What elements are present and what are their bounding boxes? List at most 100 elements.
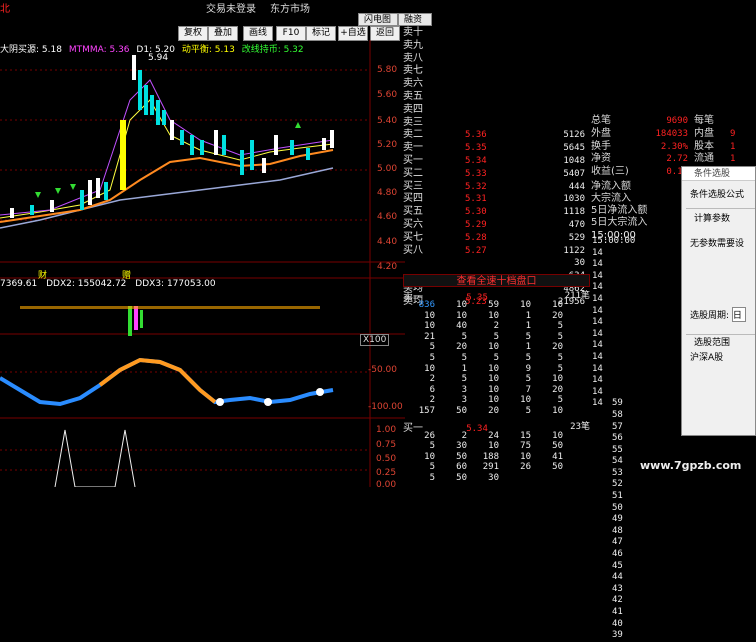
market-name: 东方市场 bbox=[270, 4, 310, 15]
time-row: 57 bbox=[592, 422, 682, 434]
orderbook-label: 卖九 bbox=[403, 39, 423, 51]
dialog-tab[interactable]: 条件选股公式 bbox=[682, 181, 755, 200]
queue-row: 836 10 59 10 10 bbox=[403, 300, 565, 311]
time-hour bbox=[592, 549, 612, 561]
restore-rights-button[interactable]: 复权 bbox=[178, 26, 208, 41]
draw-line-button[interactable]: 画线 bbox=[243, 26, 273, 41]
queue-row: 2 5 10 5 10 bbox=[403, 374, 590, 385]
queue-cell: 3 bbox=[461, 395, 467, 406]
time-row: 14 bbox=[592, 340, 682, 352]
time-row: 15:00:00 bbox=[592, 236, 682, 248]
wave-markers bbox=[216, 388, 324, 406]
signal-arrows bbox=[35, 122, 301, 198]
queue-cell: 5 bbox=[429, 342, 435, 353]
queue-cell: 2 bbox=[461, 430, 467, 441]
queue-cell: 20 bbox=[456, 342, 467, 353]
period-label: 选股周期: bbox=[690, 311, 730, 321]
time-minute bbox=[612, 375, 626, 387]
time-row: 56 bbox=[592, 433, 682, 445]
period-select[interactable]: 日 bbox=[731, 307, 746, 322]
orderbook-label: 买五 bbox=[403, 206, 423, 218]
title-bar: 北 交易未登录 东方市场 bbox=[0, 0, 756, 15]
time-hour bbox=[592, 561, 612, 573]
orderbook-price bbox=[465, 53, 535, 66]
queue-row: 5 60 291 26 50 bbox=[403, 462, 590, 473]
time-hour bbox=[592, 630, 612, 642]
queue-cell: 3 bbox=[461, 384, 467, 395]
time-hour: 14 bbox=[592, 363, 603, 374]
time-minute: 48 bbox=[612, 525, 623, 536]
queue-row: 10 50 188 10 41 bbox=[403, 452, 590, 463]
orderbook-row: 卖四 bbox=[403, 104, 590, 117]
time-minute bbox=[612, 271, 626, 283]
queue-cell: 5 bbox=[429, 352, 435, 363]
orderbook-label: 卖五 bbox=[403, 90, 423, 102]
time-hour: 14 bbox=[592, 398, 603, 409]
orderbook-row: 买一 5.34 1048 bbox=[403, 155, 590, 168]
queue-cell: 5 bbox=[525, 405, 531, 416]
kline-chart[interactable] bbox=[0, 40, 405, 487]
price-tick: 4.80 bbox=[377, 188, 398, 198]
queue-cell: 50 bbox=[552, 462, 563, 473]
queue-cell: 50 bbox=[456, 451, 467, 462]
price-tick: 5.80 bbox=[377, 65, 398, 75]
queue-cell: 10 bbox=[424, 321, 435, 332]
time-row: 14 59 bbox=[592, 398, 682, 410]
queue-cell: 836 bbox=[418, 300, 435, 310]
queue-cell: 5 bbox=[429, 441, 435, 452]
queue-row: 5 20 10 1 20 bbox=[403, 342, 590, 353]
stats-value: 1 bbox=[730, 154, 736, 165]
stats-label: 每笔 bbox=[694, 115, 714, 126]
queue-cell: 10 bbox=[520, 451, 531, 462]
period-row: 选股周期: 日 bbox=[682, 249, 755, 322]
ddx-value: 7369.61 bbox=[0, 279, 38, 289]
price-tick: 5.60 bbox=[377, 90, 398, 100]
tab-flash-chart[interactable]: 闪电图 bbox=[358, 13, 398, 26]
queue-cell: 5 bbox=[461, 331, 467, 342]
queue-row: 5 50 30 bbox=[403, 473, 590, 484]
stats-label: 收益(三) bbox=[591, 166, 629, 178]
orderbook-row: 卖五 bbox=[403, 91, 590, 104]
stats-label: 总笔 bbox=[591, 115, 611, 126]
dialog-title: 条件选股 bbox=[682, 167, 755, 181]
f10-button[interactable]: F10 bbox=[276, 26, 306, 41]
time-row: 48 bbox=[592, 526, 682, 538]
mark-button[interactable]: 标记 bbox=[306, 26, 336, 41]
orderbook-volume bbox=[535, 53, 585, 66]
price-grid bbox=[0, 40, 405, 487]
time-row: 14 bbox=[592, 352, 682, 364]
stats-value: 0.12 bbox=[666, 167, 688, 178]
orderbook-row: 卖七 bbox=[403, 65, 590, 78]
queue-cell: 20 bbox=[552, 384, 563, 395]
queue-cell: 5 bbox=[557, 363, 563, 374]
time-hour bbox=[592, 479, 612, 491]
overlay-button[interactable]: 叠加 bbox=[208, 26, 238, 41]
time-minute bbox=[612, 364, 626, 376]
queue-cell: 1 bbox=[461, 363, 467, 374]
orderbook-row: 30 bbox=[403, 257, 590, 270]
price-tick: 4.60 bbox=[377, 212, 398, 222]
back-button[interactable]: 返回 bbox=[370, 26, 400, 41]
stock-screen-dialog[interactable]: 条件选股 条件选股公式 计算参数 无参数需要设 选股周期: 日 选股范围 沪深A… bbox=[681, 166, 756, 436]
time-hour: 14 bbox=[592, 270, 603, 281]
time-row: 14 bbox=[592, 248, 682, 260]
range-value[interactable]: 沪深A股 bbox=[682, 348, 755, 363]
orderbook-row: 卖六 bbox=[403, 78, 590, 91]
time-row: 14 bbox=[592, 271, 682, 283]
orderbook-label: 卖四 bbox=[403, 103, 423, 115]
queue-row: 10 10 10 1 20 bbox=[403, 311, 590, 322]
time-minute: 50 bbox=[612, 502, 623, 513]
tab-margin[interactable]: 融资沪 bbox=[398, 13, 432, 38]
orderbook-volume bbox=[535, 40, 585, 53]
time-minute: 53 bbox=[612, 467, 623, 478]
full-depth-link[interactable]: 查看全速十档盘口 bbox=[403, 274, 590, 287]
time-minute: 58 bbox=[612, 409, 623, 420]
queue-cell: 5 bbox=[525, 374, 531, 385]
time-row: 40 bbox=[592, 619, 682, 631]
orderbook-row: 买三 5.32 444 bbox=[403, 181, 590, 194]
no-param-text: 无参数需要设 bbox=[690, 239, 745, 249]
orderbook-price bbox=[465, 40, 535, 53]
login-status: 交易未登录 bbox=[206, 4, 256, 15]
orderbook-volume bbox=[535, 104, 585, 117]
add-watchlist-button[interactable]: +自选 bbox=[338, 26, 368, 41]
